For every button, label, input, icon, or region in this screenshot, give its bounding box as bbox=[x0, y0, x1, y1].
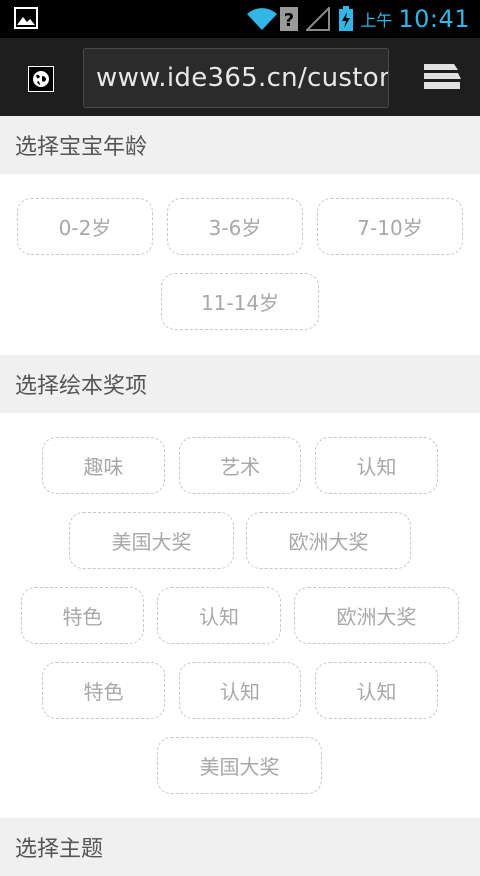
award-tag[interactable]: 趣味 bbox=[42, 437, 165, 494]
award-tag[interactable]: 特色 bbox=[42, 662, 165, 719]
section-header-age: 选择宝宝年龄 bbox=[0, 116, 480, 174]
svg-text:?: ? bbox=[284, 10, 294, 31]
award-tag[interactable]: 美国大奖 bbox=[157, 737, 322, 794]
award-tag[interactable]: 特色 bbox=[21, 587, 144, 644]
award-tag[interactable]: 艺术 bbox=[179, 437, 301, 494]
age-tag[interactable]: 7-10岁 bbox=[317, 198, 463, 255]
section-title: 选择宝宝年龄 bbox=[15, 135, 148, 160]
status-bar: ? 上午 10:41 bbox=[0, 0, 480, 38]
section-title: 选择主题 bbox=[15, 837, 104, 862]
status-icons: ? 上午 10:41 bbox=[246, 0, 470, 38]
section-header-theme: 选择主题 bbox=[0, 818, 480, 876]
age-tag[interactable]: 3-6岁 bbox=[167, 198, 303, 255]
award-tag[interactable]: 认知 bbox=[179, 662, 301, 719]
am-pm-label: 上午 bbox=[360, 11, 393, 30]
award-tag[interactable]: 欧洲大奖 bbox=[294, 587, 459, 644]
tabs-menu-icon[interactable] bbox=[424, 64, 462, 92]
age-tag[interactable]: 0-2岁 bbox=[17, 198, 153, 255]
award-tag[interactable]: 认知 bbox=[157, 587, 281, 644]
battery-charging-icon bbox=[339, 6, 354, 31]
url-text: www.ide365.cn/customize bbox=[96, 63, 388, 93]
section-title: 选择绘本奖项 bbox=[15, 374, 148, 399]
clock: 10:41 bbox=[398, 5, 470, 33]
award-tag[interactable]: 美国大奖 bbox=[69, 512, 234, 569]
wifi-icon bbox=[247, 8, 278, 31]
browser-toolbar: www.ide365.cn/customize bbox=[0, 38, 480, 116]
award-tag[interactable]: 认知 bbox=[315, 662, 438, 719]
no-data-icon: ? bbox=[280, 7, 299, 31]
globe-icon[interactable] bbox=[28, 66, 54, 92]
gallery-notification-icon bbox=[14, 7, 38, 29]
age-tag[interactable]: 11-14岁 bbox=[161, 273, 319, 330]
signal-icon bbox=[306, 7, 331, 31]
award-tag[interactable]: 认知 bbox=[315, 437, 438, 494]
url-bar[interactable]: www.ide365.cn/customize bbox=[83, 48, 389, 108]
award-tag[interactable]: 欧洲大奖 bbox=[246, 512, 411, 569]
section-header-awards: 选择绘本奖项 bbox=[0, 355, 480, 413]
